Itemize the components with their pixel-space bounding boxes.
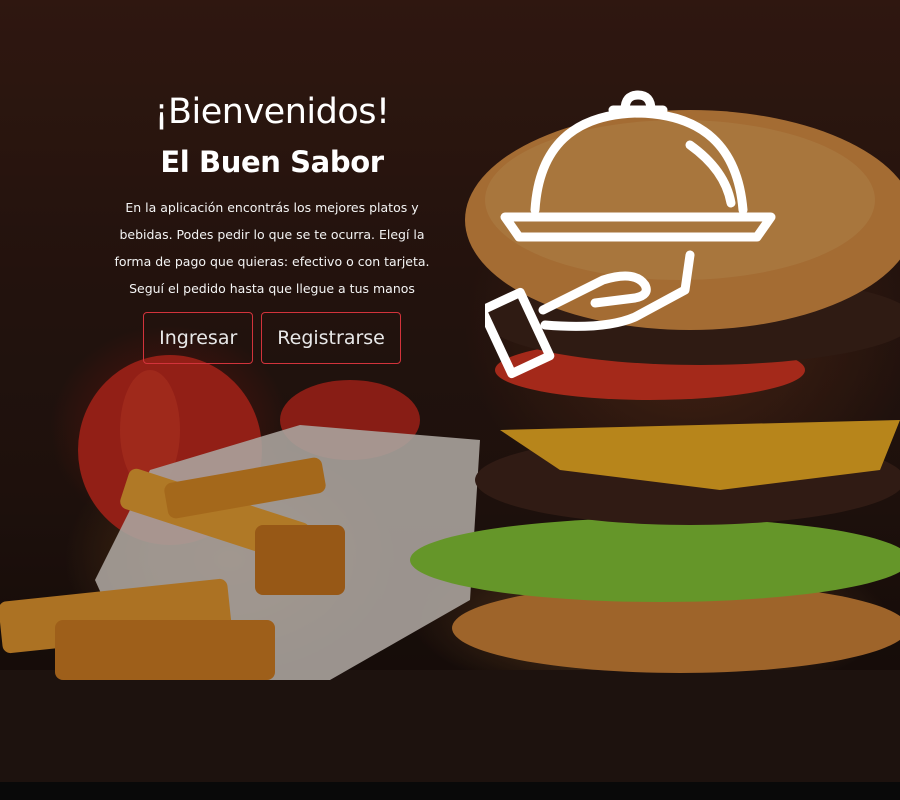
serving-tray-cloche-icon: [485, 90, 776, 379]
bottom-bar: [0, 782, 900, 800]
page-title: ¡Bienvenidos!: [154, 92, 390, 132]
hero-background: ¡Bienvenidos! El Buen Sabor En la aplica…: [0, 0, 900, 782]
register-button[interactable]: Registrarse: [261, 312, 401, 364]
auth-actions: Ingresar Registrarse: [112, 312, 432, 364]
brand-name: El Buen Sabor: [160, 145, 384, 179]
welcome-panel: ¡Bienvenidos! El Buen Sabor En la aplica…: [112, 86, 432, 364]
login-button[interactable]: Ingresar: [143, 312, 254, 364]
app-description: En la aplicación encontrás los mejores p…: [114, 200, 430, 296]
